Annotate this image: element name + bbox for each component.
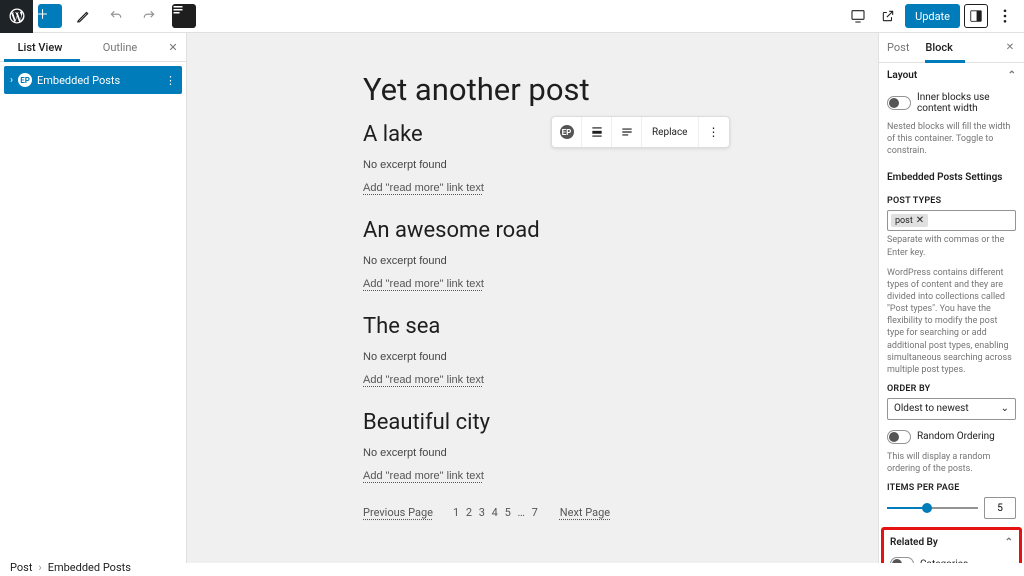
excerpt-text: No excerpt found — [363, 159, 702, 171]
chevron-up-icon: ⌃ — [1008, 70, 1016, 81]
order-by-label: ORDER BY — [887, 384, 1016, 394]
toggle-label: Random Ordering — [917, 431, 995, 442]
items-per-page-slider[interactable] — [887, 501, 978, 515]
embedded-post-block: An awesome road No excerpt found Add "re… — [363, 218, 702, 290]
post-heading: An awesome road — [363, 218, 702, 243]
item-options-icon[interactable]: ⋮ — [165, 74, 176, 87]
pagination: Previous Page 1 2 3 4 5 … 7 Next Page — [363, 506, 702, 519]
undo-button[interactable] — [99, 0, 132, 33]
items-per-page-label: ITEMS PER PAGE — [887, 483, 1016, 493]
helper-text: WordPress contains different types of co… — [887, 267, 1016, 376]
replace-button[interactable]: Replace — [642, 117, 699, 147]
close-sidebar-button[interactable]: ✕ — [996, 33, 1024, 62]
readmore-link[interactable]: Add "read more" link text — [363, 470, 484, 482]
excerpt-text: No excerpt found — [363, 255, 702, 267]
toggle-label: Categories — [920, 559, 968, 563]
update-button[interactable]: Update — [905, 4, 960, 28]
tab-block[interactable]: Block — [917, 33, 960, 62]
list-view-panel: List View Outline ✕ › EP Embedded Posts … — [0, 33, 187, 563]
embedded-post-block: Beautiful city No excerpt found Add "rea… — [363, 410, 702, 482]
page-numbers[interactable]: 1 2 3 4 5 … 7 — [453, 506, 540, 519]
chevron-right-icon: › — [38, 561, 41, 574]
panel-layout-header[interactable]: Layout⌃ — [887, 63, 1016, 88]
post-type-token: post✕ — [891, 214, 928, 227]
options-button[interactable] — [992, 3, 1018, 29]
helper-text: Separate with commas or the Enter key. — [887, 234, 1016, 258]
editor-main: List View Outline ✕ › EP Embedded Posts … — [0, 33, 1024, 563]
panel-related-by-header[interactable]: Related By⌃ — [890, 534, 1013, 553]
ep-badge-icon: EP — [18, 73, 32, 87]
toggle-label: Inner blocks use content width — [917, 92, 1016, 114]
wordpress-logo-button[interactable] — [0, 0, 33, 33]
random-ordering-toggle[interactable] — [887, 430, 911, 444]
tab-post[interactable]: Post — [879, 33, 917, 62]
block-options-button[interactable]: ⋮ — [699, 117, 729, 147]
update-label: Update — [915, 10, 950, 23]
post-heading: The sea — [363, 314, 702, 339]
readmore-link[interactable]: Add "read more" link text — [363, 182, 484, 194]
excerpt-text: No excerpt found — [363, 351, 702, 363]
chevron-right-icon: › — [10, 75, 13, 86]
settings-sidebar-button[interactable] — [964, 4, 988, 28]
helper-text: Nested blocks will fill the width of thi… — [887, 121, 1016, 157]
editor-topbar: + Update — [0, 0, 1024, 33]
topbar-right: Update — [845, 0, 1024, 32]
breadcrumb: Post › Embedded Posts — [10, 561, 131, 574]
related-by-highlight: Related By⌃ Categories Tags Author — [881, 527, 1022, 563]
view-button[interactable] — [845, 3, 871, 29]
redo-button[interactable] — [132, 0, 165, 33]
edit-tool-button[interactable] — [66, 0, 99, 33]
post-title[interactable]: Yet another post — [363, 71, 702, 108]
chevron-up-icon: ⌃ — [1005, 537, 1013, 548]
post-heading: Beautiful city — [363, 410, 702, 435]
settings-tabs: Post Block ✕ — [879, 33, 1024, 63]
list-view-tabs: List View Outline ✕ — [0, 33, 186, 62]
close-panel-button[interactable]: ✕ — [160, 33, 186, 61]
document-overview-button[interactable] — [165, 0, 198, 33]
breadcrumb-root[interactable]: Post — [10, 561, 32, 574]
breadcrumb-current[interactable]: Embedded Posts — [48, 561, 131, 574]
chevron-down-icon: ⌄ — [1001, 403, 1009, 414]
list-view-item-embedded-posts[interactable]: › EP Embedded Posts ⋮ — [4, 66, 182, 94]
list-item-label: Embedded Posts — [37, 74, 120, 87]
topbar-left: + — [0, 0, 198, 32]
inner-blocks-width-toggle[interactable] — [887, 96, 911, 110]
settings-sidebar: Post Block ✕ Layout⌃ Inner blocks use co… — [878, 33, 1024, 563]
preview-button[interactable] — [875, 3, 901, 29]
align-button[interactable] — [582, 117, 612, 147]
next-page-link[interactable]: Next Page — [560, 506, 610, 519]
readmore-link[interactable]: Add "read more" link text — [363, 278, 484, 290]
helper-text: This will display a random ordering of t… — [887, 451, 1016, 475]
embedded-post-block: The sea No excerpt found Add "read more"… — [363, 314, 702, 386]
items-per-page-input[interactable] — [984, 497, 1016, 519]
block-type-button[interactable]: EP — [552, 117, 582, 147]
readmore-link[interactable]: Add "read more" link text — [363, 374, 484, 386]
content-justify-button[interactable] — [612, 117, 642, 147]
post-types-input[interactable]: post✕ — [887, 210, 1016, 231]
block-inserter-button[interactable]: + — [33, 0, 66, 33]
editor-canvas: Yet another post A lake No excerpt found… — [187, 33, 878, 563]
order-by-select[interactable]: Oldest to newest⌄ — [887, 398, 1016, 420]
panel-embedded-settings-header[interactable]: Embedded Posts Settings — [887, 165, 1016, 190]
tab-list-view[interactable]: List View — [0, 33, 80, 61]
block-toolbar: EP Replace ⋮ — [551, 116, 730, 148]
excerpt-text: No excerpt found — [363, 447, 702, 459]
tab-outline[interactable]: Outline — [80, 33, 160, 61]
prev-page-link[interactable]: Previous Page — [363, 506, 433, 519]
remove-token-icon[interactable]: ✕ — [916, 215, 924, 226]
categories-toggle[interactable] — [890, 557, 914, 563]
post-types-label: POST TYPES — [887, 196, 1016, 206]
